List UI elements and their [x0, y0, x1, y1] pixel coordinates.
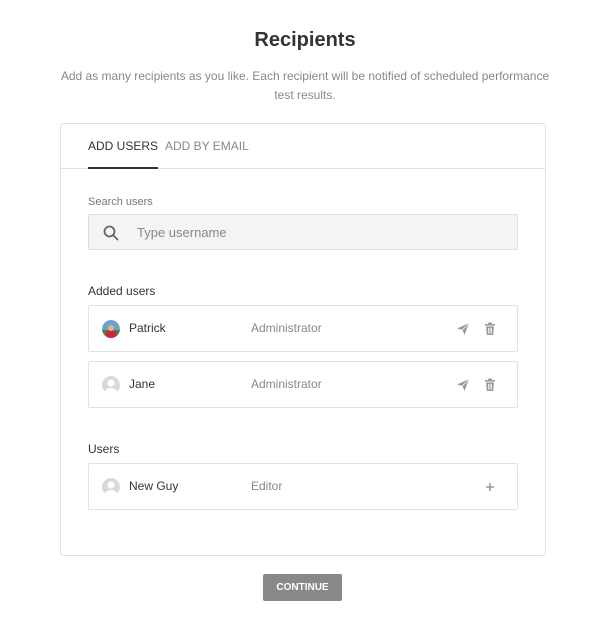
added-user-row: Patrick Administrator — [88, 305, 518, 352]
user-photo-avatar — [102, 320, 120, 338]
recipients-card: ADD USERS ADD BY EMAIL Search users Adde… — [60, 123, 546, 556]
user-row: New Guy Editor — [88, 463, 518, 510]
user-name: Patrick — [129, 321, 166, 335]
tab-add-by-email[interactable]: ADD BY EMAIL — [165, 139, 249, 169]
search-label: Search users — [88, 196, 153, 208]
plus-icon[interactable] — [483, 480, 497, 494]
page-subtitle: Add as many recipients as you like. Each… — [60, 69, 550, 102]
user-role: Administrator — [251, 377, 322, 391]
search-icon — [103, 225, 119, 241]
users-label: Users — [88, 442, 120, 456]
user-default-avatar-icon — [102, 376, 120, 394]
trash-icon[interactable] — [483, 378, 497, 392]
user-name: New Guy — [129, 479, 179, 493]
search-field[interactable] — [88, 214, 518, 250]
tab-bar: ADD USERS ADD BY EMAIL — [61, 124, 545, 169]
search-input[interactable] — [137, 215, 507, 249]
user-role: Administrator — [251, 321, 322, 335]
tab-add-users[interactable]: ADD USERS — [88, 139, 159, 169]
added-user-row: Jane Administrator — [88, 361, 518, 408]
send-icon[interactable] — [456, 378, 470, 392]
send-icon[interactable] — [456, 322, 470, 336]
trash-icon[interactable] — [483, 322, 497, 336]
user-default-avatar-icon — [102, 478, 120, 496]
user-name: Jane — [129, 377, 156, 391]
continue-button[interactable]: CONTINUE — [263, 574, 342, 601]
user-role: Editor — [251, 479, 283, 493]
page-title: Recipients — [254, 29, 356, 51]
added-users-label: Added users — [88, 284, 156, 298]
